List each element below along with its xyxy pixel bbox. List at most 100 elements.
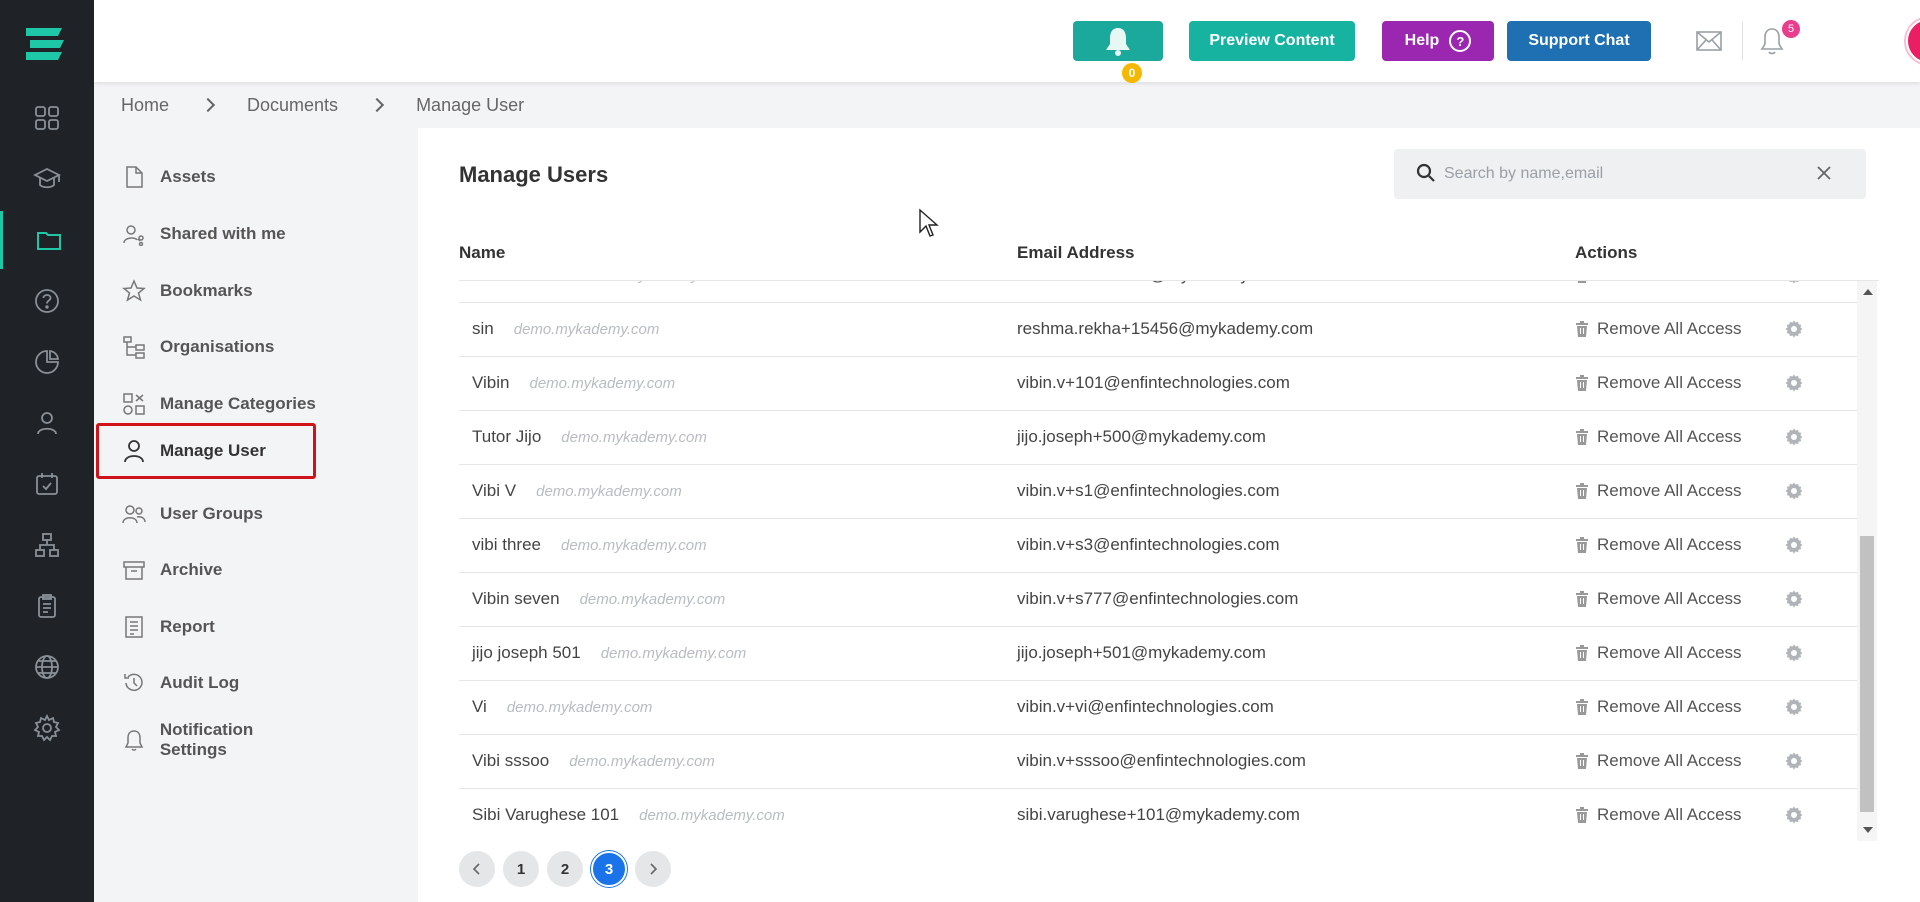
gear-icon[interactable] <box>1785 281 1803 284</box>
chevron-left-icon <box>472 863 480 875</box>
scroll-up-arrow-icon[interactable] <box>1863 289 1873 295</box>
table-row[interactable]: vibi three demo.mykademy.com vibin.v+s3@en… <box>459 519 1857 573</box>
question-icon: ? <box>1449 30 1472 52</box>
subnav-item-manage-user[interactable]: Manage User <box>96 423 316 479</box>
page-2-button[interactable]: 2 <box>547 851 583 887</box>
remove-all-access-button[interactable]: Remove All Access <box>1575 589 1742 609</box>
app-logo[interactable] <box>22 24 68 64</box>
remove-all-access-label: Remove All Access <box>1597 319 1742 338</box>
breadcrumb-documents[interactable]: Documents <box>247 95 338 116</box>
remove-all-access-button[interactable]: Remove All Access <box>1575 805 1742 825</box>
announcement-bell-button[interactable] <box>1073 21 1163 61</box>
gear-icon[interactable] <box>1785 752 1803 770</box>
search-input[interactable] <box>1444 159 1804 189</box>
next-page-button[interactable] <box>635 851 671 887</box>
rail-help-icon[interactable] <box>0 272 94 330</box>
rail-reports-icon[interactable] <box>0 333 94 391</box>
close-icon[interactable] <box>1813 162 1835 184</box>
remove-all-access-button[interactable]: Remove All Access <box>1575 481 1742 501</box>
page-1-button[interactable]: 1 <box>503 851 539 887</box>
gear-icon[interactable] <box>1785 428 1803 446</box>
subnav-item-archive[interactable]: Archive <box>120 542 324 598</box>
trash-icon <box>1576 321 1588 337</box>
table-row[interactable]: Sumi - Tutor demo.mykademy.com sumi.sasand… <box>459 281 1857 303</box>
gear-icon[interactable] <box>1785 590 1803 608</box>
scrollbar-thumb[interactable] <box>1860 536 1874 812</box>
rail-calendar-icon[interactable] <box>0 455 94 513</box>
user-domain: demo.mykademy.com <box>536 483 682 500</box>
column-header-name[interactable]: Name <box>459 243 505 263</box>
gear-icon[interactable] <box>1785 320 1803 338</box>
gear-icon[interactable] <box>1785 698 1803 716</box>
table-row[interactable]: Sibi Varughese 101 demo.mykademy.com sibi.… <box>459 789 1857 841</box>
user-domain: demo.mykademy.com <box>579 591 726 608</box>
rail-dashboard-icon[interactable] <box>0 89 94 147</box>
remove-all-access-button[interactable]: Remove All Access <box>1575 427 1742 447</box>
subnav-label: Manage Categories <box>160 394 316 413</box>
rail-settings-icon[interactable] <box>0 699 94 757</box>
gear-icon[interactable] <box>1785 482 1803 500</box>
scroll-down-arrow-icon[interactable] <box>1863 827 1873 833</box>
subnav-item-notification-settings[interactable]: Notification Settings <box>120 712 324 768</box>
subnav-item-audit-log[interactable]: Audit Log <box>120 655 324 711</box>
table-row[interactable]: Vi demo.mykademy.com vibin.v+vi@enfintechn… <box>459 681 1857 735</box>
table-row[interactable]: Tutor Jijo demo.mykademy.com jijo.joseph+5… <box>459 411 1857 465</box>
user-domain: demo.mykademy.com <box>585 281 731 284</box>
remove-all-access-button[interactable]: Remove All Access <box>1575 319 1742 339</box>
table-row[interactable]: Vibin demo.mykademy.com vibin.v+101@enfint… <box>459 357 1857 411</box>
user-email: jijo.joseph+500@mykademy.com <box>1017 427 1266 446</box>
gear-icon[interactable] <box>1785 374 1803 392</box>
user-email: sumi.sasand+110@mykademy.com <box>1017 281 1284 285</box>
user-domain: demo.mykademy.com <box>600 645 747 662</box>
trash-icon <box>1576 429 1588 445</box>
subnav-label: Notification Settings <box>159 720 254 759</box>
subnav-item-user-groups[interactable]: User Groups <box>120 486 324 542</box>
subnav-item-bookmarks[interactable]: Bookmarks <box>120 263 324 319</box>
column-header-email[interactable]: Email Address <box>1017 243 1134 263</box>
table-row[interactable]: sin demo.mykademy.com reshma.rekha+15456@m… <box>459 303 1857 357</box>
remove-all-access-button[interactable]: Remove All Access <box>1575 643 1742 663</box>
user-email: vibin.v+s3@enfintechnologies.com <box>1017 535 1280 554</box>
gear-icon[interactable] <box>1785 806 1803 824</box>
rail-documents-icon[interactable] <box>0 211 94 269</box>
user-avatar[interactable]: M <box>1906 18 1920 64</box>
rail-hierarchy-icon[interactable] <box>0 516 94 574</box>
breadcrumb-current: Manage User <box>416 94 525 115</box>
subnav-item-shared[interactable]: Shared with me <box>120 206 324 262</box>
table-row[interactable]: jijo joseph 501 demo.mykademy.com jijo.jos… <box>459 627 1857 681</box>
rail-clipboard-icon[interactable] <box>0 577 94 635</box>
rail-courses-icon[interactable] <box>0 150 94 208</box>
audit-log-icon <box>120 669 148 697</box>
subnav-item-report[interactable]: Report <box>120 599 324 655</box>
breadcrumb-home[interactable]: Home <box>121 95 169 116</box>
prev-page-button[interactable] <box>459 851 495 887</box>
gear-icon[interactable] <box>1785 644 1803 662</box>
remove-all-access-button[interactable]: Remove All Access <box>1575 535 1742 555</box>
subnav-label: Audit Log <box>160 673 240 692</box>
remove-all-access-button[interactable]: Remove All Access <box>1575 751 1742 771</box>
table-row[interactable]: Vibin seven demo.mykademy.com vibin.v+s777… <box>459 573 1857 627</box>
help-button[interactable]: Help ? <box>1382 21 1494 61</box>
support-chat-button[interactable]: Support Chat <box>1507 21 1651 61</box>
subnav-item-assets[interactable]: Assets <box>120 149 324 205</box>
remove-all-access-button[interactable]: Remove All Access <box>1575 373 1742 393</box>
subnav-label: Bookmarks <box>160 281 253 300</box>
user-domain: demo.mykademy.com <box>560 537 707 554</box>
user-domain: demo.mykademy.com <box>506 699 653 716</box>
table-scrollbar[interactable] <box>1857 281 1877 841</box>
remove-all-access-button[interactable]: Remove All Access <box>1575 281 1742 285</box>
mail-icon[interactable] <box>1695 28 1723 54</box>
gear-icon[interactable] <box>1785 536 1803 554</box>
rail-users-icon[interactable] <box>0 394 94 452</box>
subnav-label: Report <box>160 617 215 636</box>
subnav-item-organisations[interactable]: Organisations <box>120 319 324 375</box>
remove-all-access-button[interactable]: Remove All Access <box>1575 697 1742 717</box>
page-3-button[interactable]: 3 <box>591 851 627 887</box>
preview-content-button[interactable]: Preview Content <box>1189 21 1355 61</box>
rail-globe-icon[interactable] <box>0 638 94 696</box>
chevron-right-icon <box>650 863 658 875</box>
star-icon <box>120 277 148 305</box>
subnav-label: Assets <box>160 167 216 186</box>
table-row[interactable]: Vibi V demo.mykademy.com vibin.v+s1@enfint… <box>459 465 1857 519</box>
table-row[interactable]: Vibi sssoo demo.mykademy.com vibin.v+sssoo… <box>459 735 1857 789</box>
